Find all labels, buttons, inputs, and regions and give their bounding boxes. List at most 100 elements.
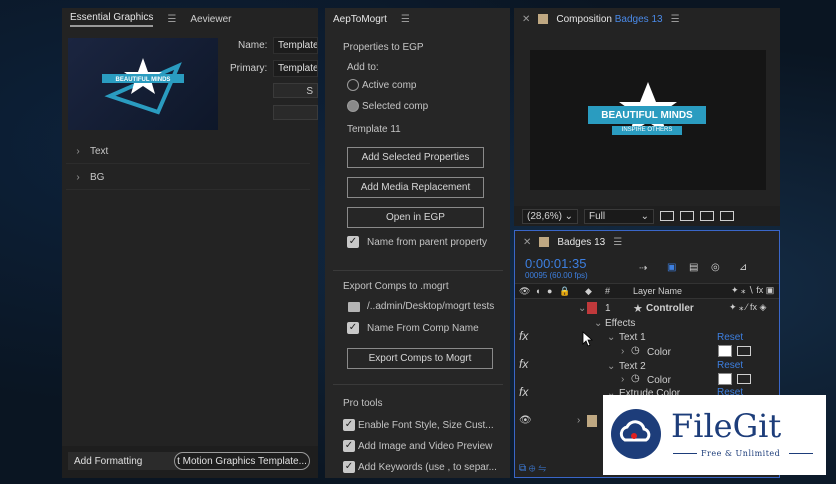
- draft-3d-icon[interactable]: ▣: [667, 262, 676, 273]
- radio-active-comp[interactable]: [347, 79, 359, 91]
- keywords-checkbox[interactable]: ✓: [343, 461, 355, 473]
- text1-color-label: Color: [647, 347, 671, 358]
- name-field[interactable]: Template: [273, 37, 318, 54]
- section-divider: [333, 270, 503, 271]
- pro-tools-title: Pro tools: [343, 398, 383, 409]
- tab-essential-graphics[interactable]: Essential Graphics: [70, 12, 154, 27]
- export-path: /..admin/Desktop/mogrt tests: [367, 301, 495, 312]
- name-from-parent-checkbox[interactable]: ✓: [347, 236, 359, 248]
- eye-icon[interactable]: 👁: [519, 286, 530, 297]
- panel-menu-icon[interactable]: ☰: [401, 14, 410, 25]
- text1-label: Text 1: [619, 332, 646, 343]
- folder-icon[interactable]: [348, 302, 360, 312]
- export-comps-button[interactable]: Export Comps to Mogrt: [347, 348, 493, 369]
- open-in-egp-button[interactable]: Open in EGP: [347, 207, 484, 228]
- fx-icon[interactable]: fx: [519, 385, 528, 399]
- graph-editor-icon[interactable]: ⊿: [739, 262, 747, 273]
- close-icon[interactable]: ✕: [523, 237, 531, 248]
- snapshot-icon[interactable]: [720, 211, 734, 221]
- section-divider: [333, 384, 503, 385]
- chevron-right-icon[interactable]: ›: [577, 415, 580, 426]
- chevron-down-icon[interactable]: ⌄: [578, 303, 586, 314]
- mask-visibility-icon[interactable]: [700, 211, 714, 221]
- template-name: Template 11: [347, 124, 401, 135]
- fx-icon[interactable]: fx: [519, 329, 528, 343]
- export-mogrt-button[interactable]: t Motion Graphics Template...: [174, 452, 310, 470]
- layer-row-text[interactable]: › Text: [66, 140, 310, 164]
- layer-label: BG: [90, 172, 105, 183]
- column-number: #: [605, 286, 611, 296]
- eg-footer: Add Formatting ⌄ t Motion Graphics Templ…: [62, 446, 318, 478]
- eyedropper-icon[interactable]: [737, 346, 751, 356]
- text1-reset-link[interactable]: Reset: [717, 332, 743, 343]
- chevron-right-icon[interactable]: ›: [66, 172, 90, 183]
- add-media-replacement-button[interactable]: Add Media Replacement: [347, 177, 484, 198]
- panel-menu-icon[interactable]: ☰: [167, 14, 176, 25]
- layer-row-bg[interactable]: › BG: [66, 166, 310, 190]
- tab-aeviewer[interactable]: Aeviewer: [190, 14, 231, 25]
- text2-reset-link[interactable]: Reset: [717, 360, 743, 371]
- panel-menu-icon[interactable]: ☰: [671, 14, 680, 25]
- radio-selected-label: Selected comp: [362, 101, 429, 112]
- radio-selected-comp[interactable]: [347, 100, 359, 112]
- chevron-right-icon[interactable]: ›: [621, 374, 624, 385]
- comp-tab-prefix: Composition: [556, 13, 612, 25]
- add-selected-properties-button[interactable]: Add Selected Properties: [347, 147, 484, 168]
- cloud-logo-icon: [611, 409, 661, 459]
- fx-icon[interactable]: fx: [519, 357, 528, 371]
- transparency-grid-icon[interactable]: [680, 211, 694, 221]
- layer-name[interactable]: Controller: [646, 303, 694, 314]
- chevron-right-icon[interactable]: ›: [66, 146, 90, 157]
- comp-tab-name: Badges 13: [614, 13, 663, 25]
- eye-icon[interactable]: 👁: [519, 415, 532, 426]
- timecode-display[interactable]: 0:00:01:35: [525, 256, 586, 271]
- eyedropper-icon[interactable]: [737, 374, 751, 384]
- logo-title: FileGit: [671, 407, 782, 445]
- layer-switches-icon[interactable]: ✦ ⁎ ⁄ fx ◈: [729, 302, 766, 313]
- lock-icon[interactable]: 🔒: [559, 286, 570, 297]
- comp-color-icon: [539, 237, 550, 247]
- aep-tab-row: AepToMogrt ☰: [325, 8, 510, 30]
- label-tag-icon[interactable]: ◆: [585, 286, 592, 297]
- chevron-down-icon: ⌄: [564, 210, 573, 222]
- text2-color-label: Color: [647, 375, 671, 386]
- solo-button[interactable]: S: [273, 83, 318, 98]
- tab-composition[interactable]: Composition Badges 13: [556, 14, 662, 25]
- region-of-interest-icon[interactable]: [660, 211, 674, 221]
- primary-field[interactable]: Template: [273, 60, 318, 77]
- tab-aeptomogrt[interactable]: AepToMogrt: [333, 14, 387, 25]
- composition-panel: ✕ Composition Badges 13 ☰ BEAUTIFUL MIND…: [514, 8, 780, 226]
- comp-tab-row: ✕ Composition Badges 13 ☰: [514, 8, 780, 30]
- comp-viewer[interactable]: BEAUTIFUL MINDS INSPIRE OTHERS: [530, 50, 766, 190]
- chevron-down-icon: ⌄: [640, 210, 649, 222]
- name-from-comp-label: Name From Comp Name: [367, 323, 479, 334]
- preview-label: Add Image and Video Preview: [358, 441, 493, 452]
- comp-color-icon: [538, 14, 549, 24]
- close-icon[interactable]: ✕: [522, 14, 530, 25]
- logo-rule: [789, 453, 813, 454]
- chevron-down-icon[interactable]: ⌄: [594, 318, 602, 329]
- name-from-comp-checkbox[interactable]: ✓: [347, 322, 359, 334]
- resolution-dropdown[interactable]: Full ⌄: [584, 208, 654, 224]
- text2-color-swatch[interactable]: [718, 373, 732, 385]
- text1-color-swatch[interactable]: [718, 345, 732, 357]
- audio-icon[interactable]: ◖: [535, 286, 540, 296]
- tab-timeline[interactable]: Badges 13: [557, 237, 605, 248]
- chevron-down-icon[interactable]: ⌄: [607, 332, 615, 343]
- stopwatch-icon[interactable]: ◷: [631, 373, 640, 384]
- motion-blur-icon[interactable]: ◎: [711, 262, 720, 273]
- font-style-checkbox[interactable]: ✓: [343, 419, 355, 431]
- chevron-right-icon[interactable]: ›: [621, 346, 624, 357]
- chevron-down-icon[interactable]: ⌄: [607, 361, 615, 372]
- eg-secondary-button[interactable]: [273, 105, 318, 120]
- panel-menu-icon[interactable]: ☰: [613, 237, 622, 248]
- frame-blending-icon[interactable]: ▤: [689, 262, 698, 273]
- primary-label: Primary:: [230, 63, 268, 74]
- preview-checkbox[interactable]: ✓: [343, 440, 355, 452]
- add-to-label: Add to:: [347, 62, 379, 73]
- stopwatch-icon[interactable]: ◷: [631, 345, 640, 356]
- zoom-dropdown[interactable]: (28,6%) ⌄: [522, 208, 578, 224]
- solo-icon[interactable]: ●: [547, 286, 552, 296]
- composition-flowchart-icon[interactable]: ⇢: [639, 263, 647, 274]
- timeline-footer-icons[interactable]: ⧉ ⊕ ⇋: [519, 463, 546, 474]
